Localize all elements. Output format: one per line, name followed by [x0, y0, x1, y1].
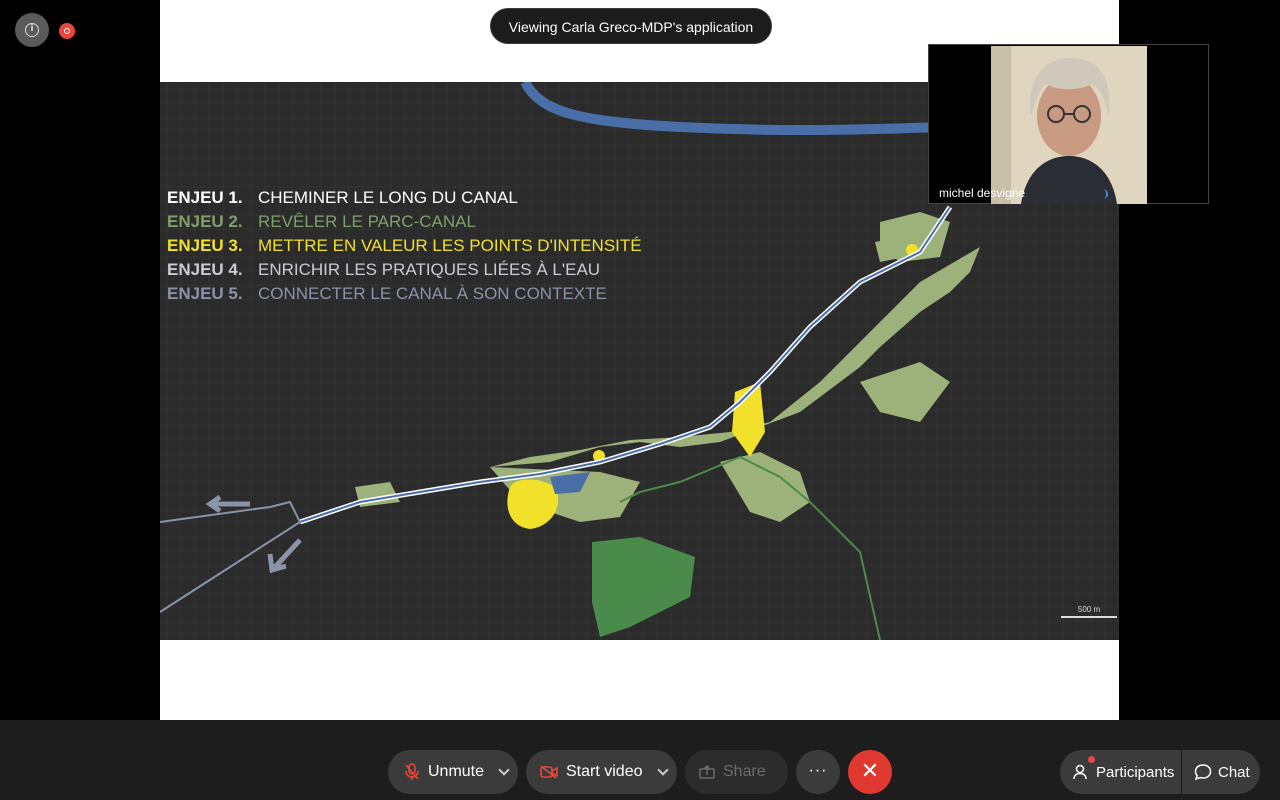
enjeu-row: ENJEU 4. ENRICHIR LES PRATIQUES LIÉES À L… [167, 258, 642, 282]
scale-bar [1061, 616, 1117, 618]
enjeu-number: ENJEU 2. [167, 212, 243, 231]
unmute-label: Unmute [428, 763, 485, 780]
end-call-button[interactable]: ✕ [848, 750, 892, 794]
enjeu-row: ENJEU 5. CONNECTER LE CANAL À SON CONTEXT… [167, 282, 642, 306]
enjeu-text: METTRE EN VALEUR LES POINTS D'INTENSITÉ [258, 236, 642, 255]
enjeu-text: ENRICHIR LES PRATIQUES LIÉES À L'EAU [258, 260, 601, 279]
unmute-button[interactable]: Unmute [388, 750, 518, 794]
record-icon [64, 28, 70, 34]
microphone-muted-icon [405, 763, 419, 780]
map-scale: 500 m [1061, 605, 1117, 618]
chat-icon [1194, 764, 1212, 781]
share-label: Share [723, 763, 766, 780]
video-off-icon [540, 765, 558, 779]
enjeu-number: ENJEU 3. [167, 236, 243, 255]
enjeu-text: REVÊLER LE PARC-CANAL [258, 212, 476, 231]
participant-video [991, 46, 1147, 204]
enjeu-row: ENJEU 1. CHEMINER LE LONG DU CANAL [167, 186, 642, 210]
participants-icon [1073, 764, 1087, 780]
participants-button[interactable]: Participants [1060, 750, 1181, 794]
participants-label: Participants [1096, 763, 1175, 781]
enjeu-number: ENJEU 1. [167, 188, 243, 207]
meeting-stage: ENJEU 1. CHEMINER LE LONG DU CANAL ENJEU … [0, 0, 1280, 720]
chevron-down-icon[interactable] [657, 764, 669, 776]
share-button[interactable]: Share [685, 750, 788, 794]
enjeu-text: CHEMINER LE LONG DU CANAL [258, 188, 518, 207]
enjeu-number: ENJEU 4. [167, 260, 243, 279]
chat-label: Chat [1218, 763, 1250, 781]
participant-video-tile[interactable]: michel desvigne [928, 44, 1209, 204]
recording-indicator[interactable] [59, 23, 75, 39]
enjeu-text: CONNECTER LE CANAL À SON CONTEXTE [258, 284, 607, 303]
viewing-banner: Viewing Carla Greco-MDP's application [490, 8, 772, 44]
enjeu-row: ENJEU 3. METTRE EN VALEUR LES POINTS D'IN… [167, 234, 642, 258]
participants-notification-dot [1088, 756, 1095, 763]
start-video-label: Start video [566, 763, 643, 780]
enjeu-row: ENJEU 2. REVÊLER LE PARC-CANAL [167, 210, 642, 234]
enjeux-list: ENJEU 1. CHEMINER LE LONG DU CANAL ENJEU … [167, 186, 642, 306]
scale-label: 500 m [1077, 605, 1101, 614]
info-icon: i [25, 23, 39, 37]
chat-button[interactable]: Chat [1182, 750, 1260, 794]
enjeu-number: ENJEU 5. [167, 284, 243, 303]
meeting-info-button[interactable]: i [15, 13, 49, 47]
start-video-button[interactable]: Start video [526, 750, 677, 794]
more-options-button[interactable]: ··· [796, 750, 840, 794]
meeting-toolbar: Unmute Start video Share ··· ✕ Participa… [0, 742, 1280, 800]
toolbar-divider [0, 720, 1280, 742]
share-icon [699, 765, 715, 779]
participant-avatar [991, 46, 1147, 204]
chevron-down-icon[interactable] [498, 764, 510, 776]
participant-name: michel desvigne [939, 186, 1026, 200]
